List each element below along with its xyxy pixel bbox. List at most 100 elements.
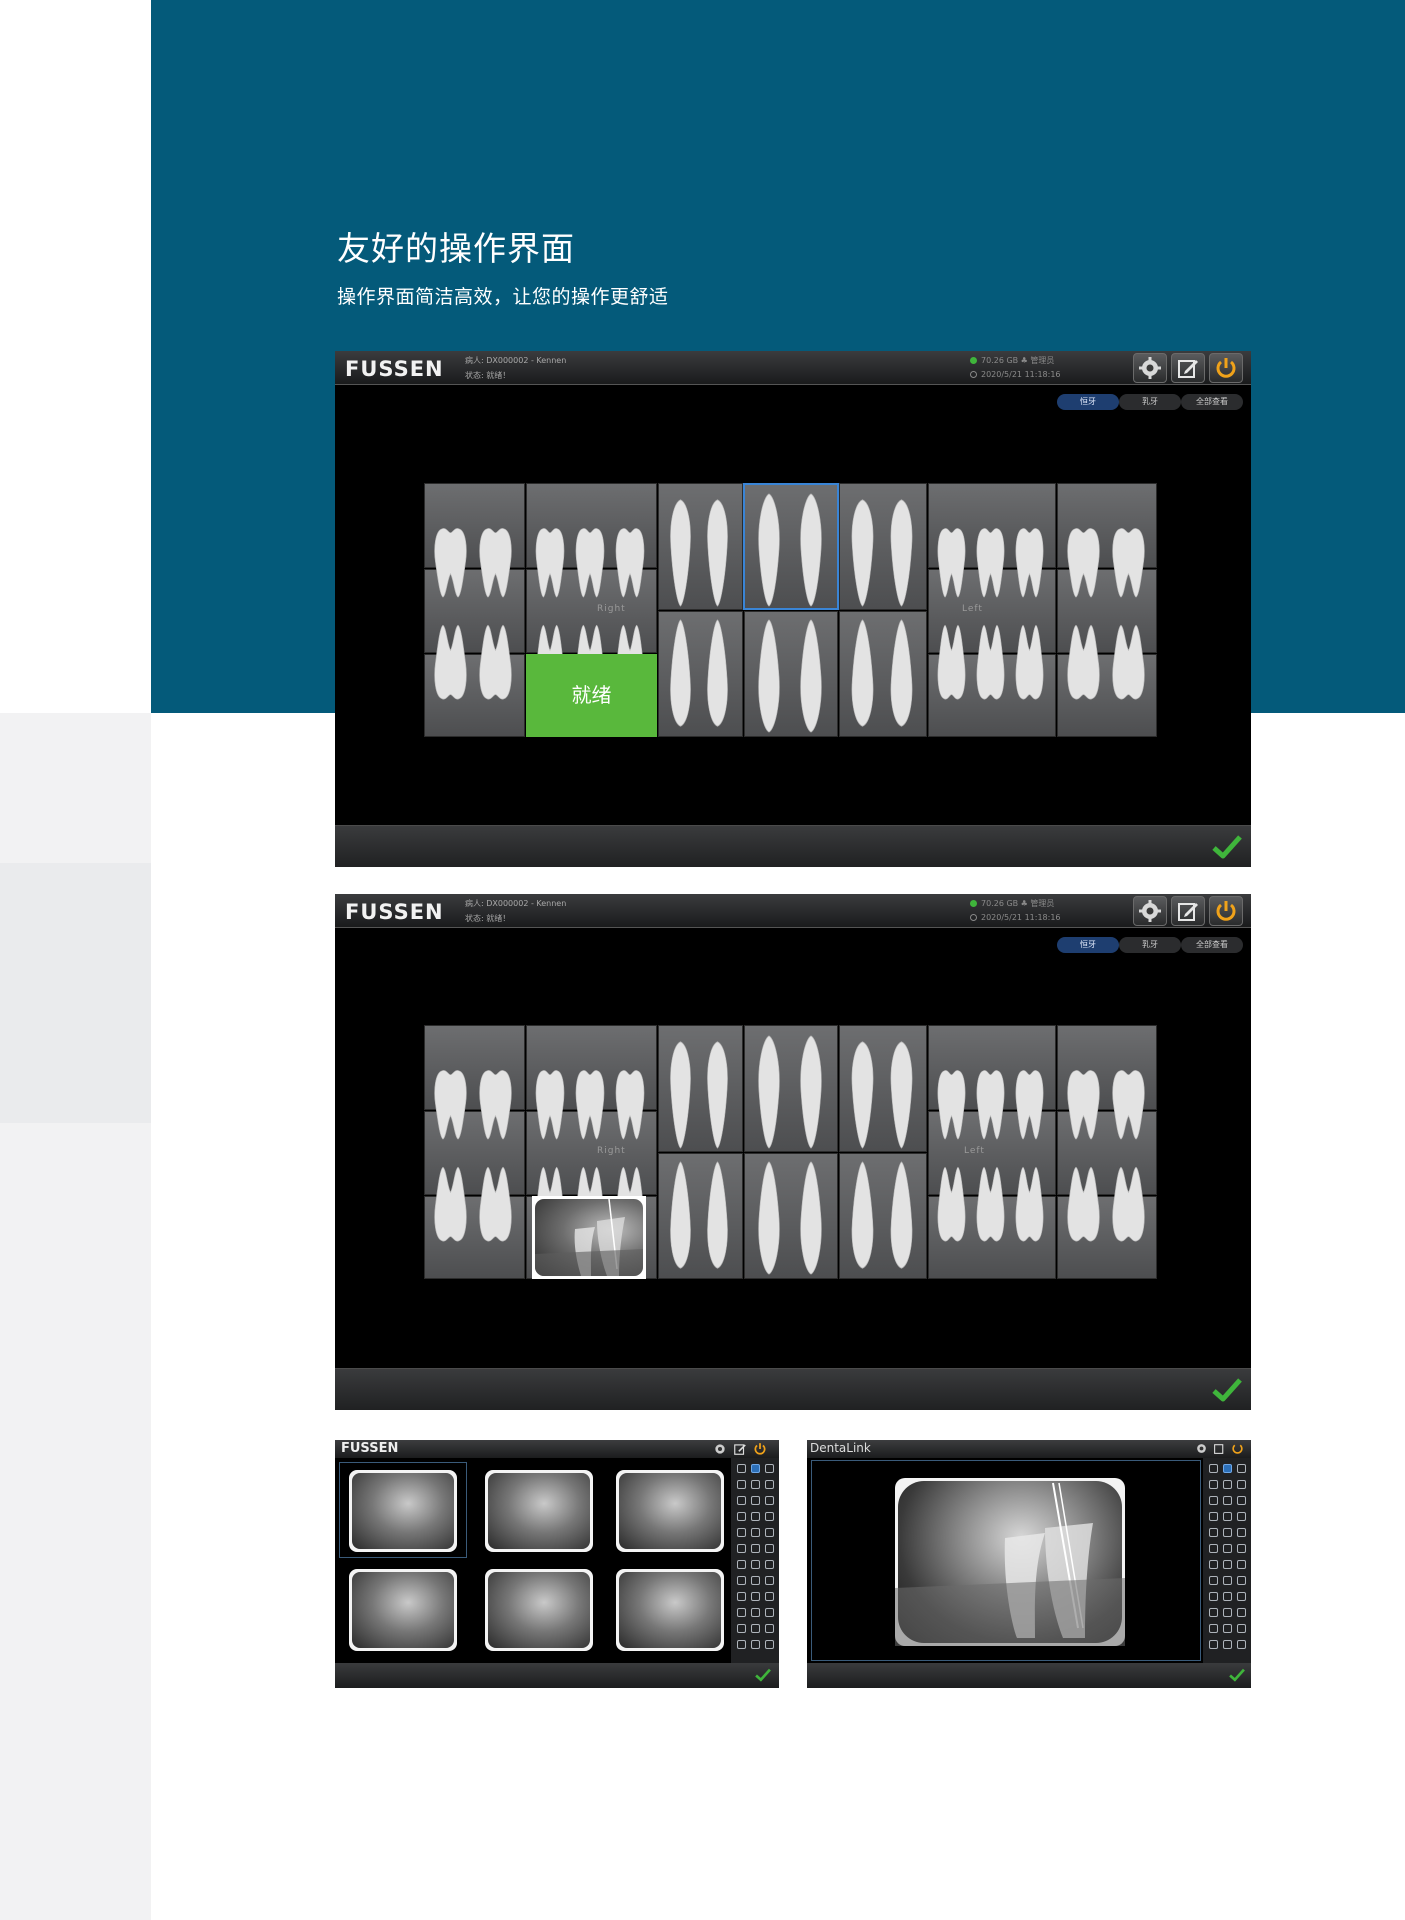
xray-grid-image[interactable] [485,1470,593,1552]
tool-icon[interactable] [751,1496,760,1505]
tool-icon[interactable] [1223,1560,1232,1569]
tool-icon[interactable] [1209,1640,1218,1649]
ready-indicator[interactable]: 就绪 [526,654,657,737]
gear-icon[interactable] [1195,1442,1208,1455]
tool-icon[interactable] [765,1464,774,1473]
checkmark-icon[interactable] [755,1668,771,1682]
power-button[interactable] [1209,896,1243,926]
edit-icon[interactable] [1213,1442,1226,1455]
tool-icon[interactable] [765,1624,774,1633]
tool-icon[interactable] [1209,1464,1218,1473]
tool-icon[interactable] [1237,1480,1246,1489]
power-button[interactable] [1209,353,1243,383]
tool-icon[interactable] [765,1560,774,1569]
tool-icon[interactable] [1223,1544,1232,1553]
tool-icon[interactable] [751,1624,760,1633]
tool-icon[interactable] [751,1608,760,1617]
tool-icon[interactable] [1237,1576,1246,1585]
tool-icon[interactable] [1209,1608,1218,1617]
tool-icon[interactable] [1209,1496,1218,1505]
xray-grid-image[interactable] [616,1470,724,1552]
power-icon[interactable] [1231,1442,1244,1455]
tab-permanent[interactable]: 恒牙 [1057,394,1119,410]
tool-icon[interactable] [737,1560,746,1569]
tab-view-all[interactable]: 全部查看 [1181,394,1243,410]
tool-icon[interactable] [765,1528,774,1537]
tool-icon[interactable] [765,1544,774,1553]
tool-icon[interactable] [751,1528,760,1537]
tool-icon[interactable] [751,1640,760,1649]
tab-primary[interactable]: 乳牙 [1119,937,1181,953]
edit-button[interactable] [1171,353,1205,383]
tool-icon[interactable] [737,1640,746,1649]
tool-icon[interactable] [737,1464,746,1473]
xray-grid-image[interactable] [616,1569,724,1651]
selected-tooth-frame[interactable] [743,483,839,610]
gear-icon[interactable] [713,1442,727,1456]
tool-icon[interactable] [1237,1544,1246,1553]
tool-icon[interactable] [1237,1512,1246,1521]
tab-permanent[interactable]: 恒牙 [1057,937,1119,953]
edit-button[interactable] [1171,896,1205,926]
tool-icon[interactable] [1223,1608,1232,1617]
tool-icon[interactable] [1223,1512,1232,1521]
tool-icon[interactable] [1223,1576,1232,1585]
tool-icon[interactable] [751,1544,760,1553]
tool-icon[interactable] [1237,1624,1246,1633]
settings-button[interactable] [1133,353,1167,383]
tool-icon[interactable] [1237,1528,1246,1537]
settings-button[interactable] [1133,896,1167,926]
tool-icon[interactable] [1223,1528,1232,1537]
tool-icon[interactable] [1209,1528,1218,1537]
checkmark-icon[interactable] [1212,1377,1242,1403]
tool-icon[interactable] [737,1592,746,1601]
tool-icon[interactable] [737,1608,746,1617]
xray-grid-image[interactable] [349,1569,457,1651]
tool-icon[interactable] [1223,1496,1232,1505]
tool-icon[interactable] [751,1560,760,1569]
tool-icon[interactable] [765,1496,774,1505]
tool-icon[interactable] [1237,1640,1246,1649]
power-icon[interactable] [753,1442,767,1456]
tool-icon[interactable] [1223,1624,1232,1633]
tool-icon[interactable] [1209,1592,1218,1601]
xray-grid-image[interactable] [485,1569,593,1651]
tool-icon[interactable] [1209,1576,1218,1585]
tool-icon[interactable] [1209,1480,1218,1489]
captured-xray-thumbnail[interactable] [532,1196,646,1279]
tool-icon[interactable] [737,1496,746,1505]
tool-icon[interactable] [765,1640,774,1649]
tool-icon[interactable] [751,1592,760,1601]
tool-icon[interactable] [1223,1464,1232,1473]
xray-image[interactable] [895,1478,1125,1646]
tool-icon[interactable] [737,1480,746,1489]
tab-view-all[interactable]: 全部查看 [1181,937,1243,953]
tool-icon[interactable] [751,1464,760,1473]
tool-icon[interactable] [737,1512,746,1521]
tool-icon[interactable] [1237,1608,1246,1617]
tool-icon[interactable] [1209,1624,1218,1633]
edit-icon[interactable] [733,1442,747,1456]
tool-icon[interactable] [1237,1496,1246,1505]
tool-icon[interactable] [737,1544,746,1553]
tool-icon[interactable] [765,1512,774,1521]
tool-icon[interactable] [1209,1560,1218,1569]
tool-icon[interactable] [1209,1544,1218,1553]
tool-icon[interactable] [737,1576,746,1585]
tool-icon[interactable] [737,1624,746,1633]
tool-icon[interactable] [1237,1560,1246,1569]
tool-icon[interactable] [1237,1464,1246,1473]
checkmark-icon[interactable] [1229,1668,1245,1682]
tool-icon[interactable] [765,1592,774,1601]
tool-icon[interactable] [737,1528,746,1537]
tool-icon[interactable] [751,1512,760,1521]
tool-icon[interactable] [1209,1512,1218,1521]
checkmark-icon[interactable] [1212,834,1242,860]
xray-grid-image[interactable] [349,1470,457,1552]
tool-icon[interactable] [765,1576,774,1585]
tool-icon[interactable] [751,1576,760,1585]
tool-icon[interactable] [1223,1480,1232,1489]
tool-icon[interactable] [765,1480,774,1489]
tool-icon[interactable] [1223,1640,1232,1649]
tool-icon[interactable] [751,1480,760,1489]
